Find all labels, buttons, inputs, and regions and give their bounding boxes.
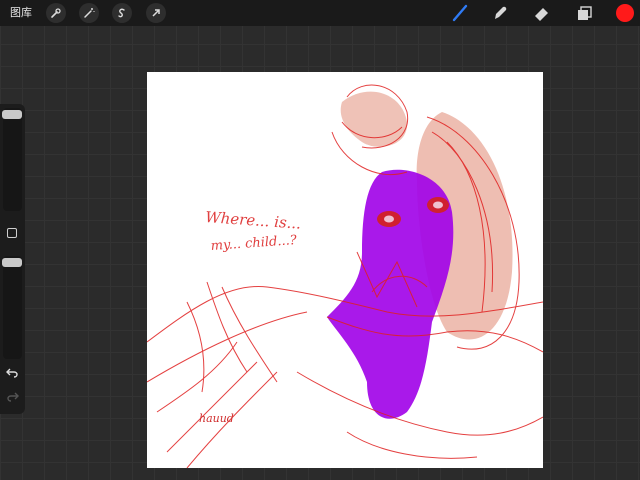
wrench-icon [51,8,61,18]
redo-icon [7,392,19,402]
layers-button[interactable] [575,4,593,22]
selection-icon [118,8,125,18]
gallery-button[interactable]: 图库 [10,5,32,21]
signature: hauud [199,412,234,425]
eraser-icon [535,8,548,21]
opacity-slider[interactable] [2,256,22,359]
undo-icon [6,368,18,378]
adjustments-button[interactable] [79,3,99,23]
brush-size-thumb[interactable] [2,110,22,119]
sketch-text-1: Where... is... [205,208,302,233]
magic-wand-icon [84,8,95,18]
sketch-text-2: my... child...? [210,233,298,254]
top-toolbar: 图库 [0,0,640,26]
sketch-artwork: Where... is... my... child...? hauud [147,84,543,468]
actions-button[interactable] [46,3,66,23]
transform-button[interactable] [146,3,166,23]
left-sidebar [0,104,25,414]
brush-size-slider[interactable] [2,108,22,211]
selection-button[interactable] [112,3,132,23]
color-picker-button[interactable] [616,4,634,22]
redo-button[interactable] [6,390,19,403]
opacity-thumb[interactable] [2,258,22,267]
modify-square-icon[interactable] [7,228,17,238]
brush-icon [452,4,468,22]
head-fill [340,91,408,147]
eraser-tool-button[interactable] [533,4,551,22]
smudge-tool-button[interactable] [492,4,510,22]
brush-tool-button[interactable] [451,4,469,22]
layers-icon [578,6,592,20]
smudge-icon [495,6,507,19]
undo-button[interactable] [6,366,19,379]
drawing-canvas[interactable]: Where... is... my... child...? hauud [147,72,543,468]
transform-arrow-icon [152,9,160,17]
